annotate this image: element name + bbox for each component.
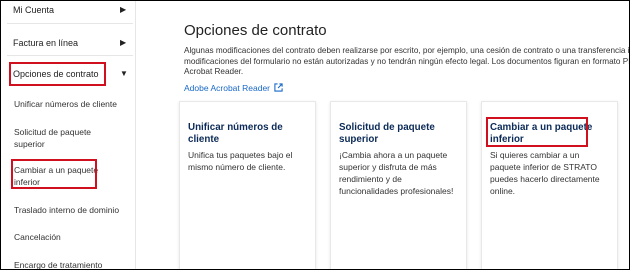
page-description: Algunas modificaciones del contrato debe… — [184, 46, 630, 76]
highlight-box-opciones — [9, 62, 106, 86]
sidebar-subitem-paquete-superior[interactable]: Solicitud de paquete superior — [14, 126, 91, 150]
highlight-box-sidebar-inferior — [11, 159, 97, 189]
sidebar-item-label: Factura en línea — [13, 38, 79, 48]
chevron-down-icon: ▼ — [120, 69, 128, 78]
card-title[interactable]: Solicitud de paquete superior — [339, 122, 435, 146]
chevron-right-icon: ▶ — [120, 5, 127, 14]
sidebar-subitem-traslado[interactable]: Traslado interno de dominio — [14, 204, 119, 216]
adobe-reader-link[interactable]: Adobe Acrobat Reader — [184, 83, 284, 93]
card-paquete-superior[interactable]: Solicitud de paquete superior ¡Cambia ah… — [330, 101, 467, 269]
card-unificar[interactable]: Unificar números de cliente Unifica tus … — [179, 101, 316, 269]
sidebar-subitem-unificar[interactable]: Unificar números de cliente — [14, 98, 117, 110]
screenshot-frame: Mi Cuenta ▶ Factura en línea ▶ Opciones … — [0, 0, 630, 270]
sidebar-nav: Mi Cuenta ▶ Factura en línea ▶ Opciones … — [1, 1, 136, 269]
sidebar-subitem-cancelacion[interactable]: Cancelación — [14, 231, 61, 243]
sidebar-item-label: Mi Cuenta — [13, 5, 55, 15]
chevron-right-icon: ▶ — [120, 38, 127, 47]
highlight-box-card-inferior — [486, 117, 588, 147]
external-link-icon — [274, 83, 284, 92]
card-text: Unifica tus paquetes bajo el mismo númer… — [188, 150, 293, 172]
card-title[interactable]: Unificar números de cliente — [188, 122, 283, 146]
card-text: ¡Cambia ahora a un paquete superior y di… — [339, 150, 454, 196]
sidebar-item-factura[interactable]: Factura en línea ▶ — [7, 30, 133, 56]
page-title: Opciones de contrato — [184, 22, 327, 39]
sidebar-item-mi-cuenta[interactable]: Mi Cuenta ▶ — [7, 1, 133, 24]
card-text: Si quieres cambiar a un paquete inferior… — [490, 150, 600, 196]
sidebar-subitem-encargo[interactable]: Encargo de tratamiento — [14, 259, 102, 269]
